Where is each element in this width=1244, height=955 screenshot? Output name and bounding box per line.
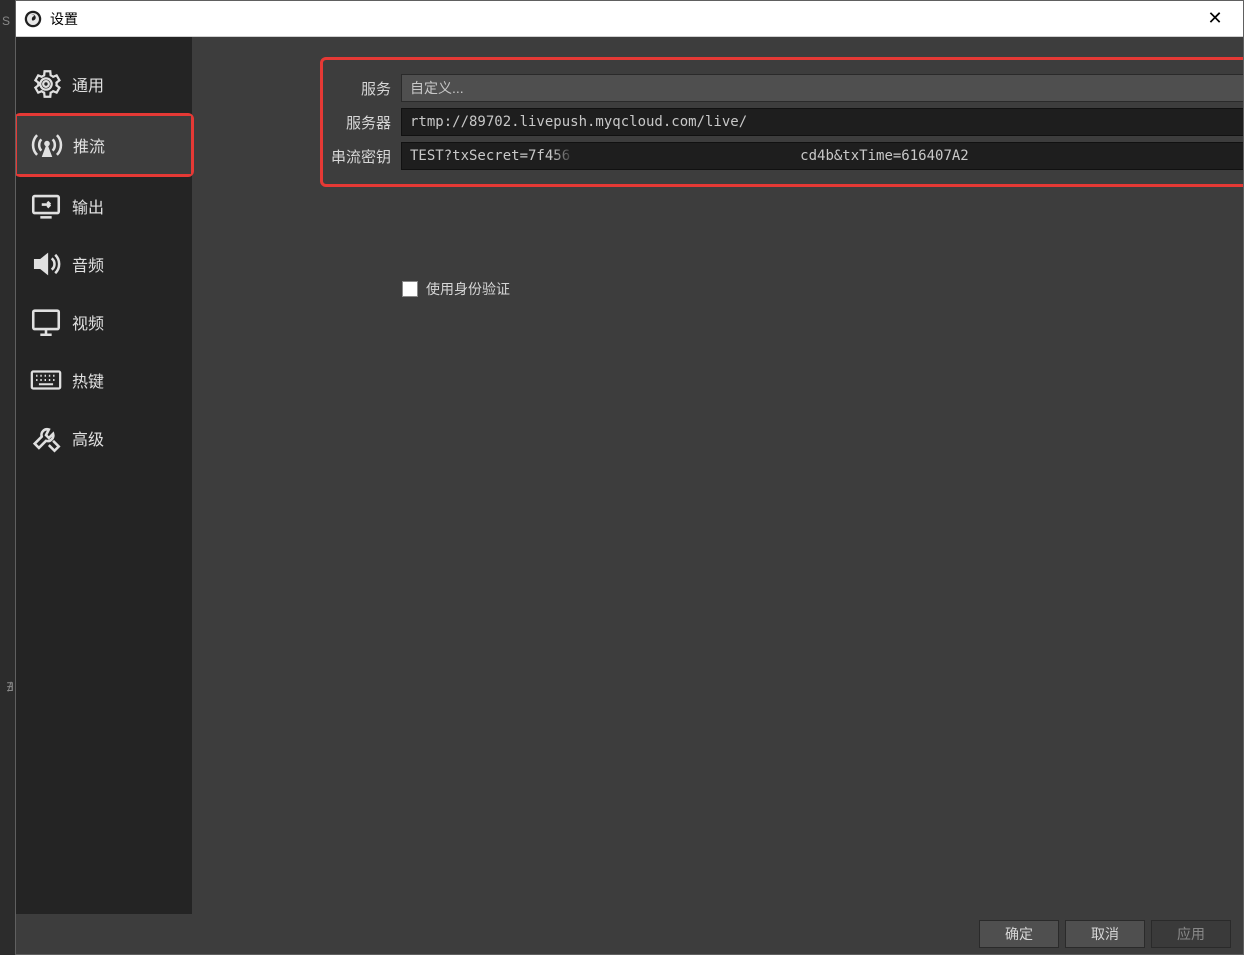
settings-main-panel: 服务 自定义... 服务器 rtmp://89702.livepush.myqc…	[192, 37, 1243, 914]
tools-icon	[26, 418, 66, 458]
sidebar-item-hotkeys[interactable]: 热键	[16, 351, 192, 409]
window-close-button[interactable]: ✕	[1195, 8, 1235, 29]
sidebar-item-stream[interactable]: 推流	[17, 116, 191, 174]
annotation-highlight-sidebar: 推流	[16, 113, 194, 177]
server-input[interactable]: rtmp://89702.livepush.myqcloud.com/live/	[401, 108, 1243, 136]
antenna-icon	[27, 125, 67, 165]
apply-button-label: 应用	[1177, 924, 1205, 944]
server-input-value: rtmp://89702.livepush.myqcloud.com/live/	[410, 114, 747, 130]
use-auth-row: 使用身份验证	[402, 279, 510, 299]
sidebar-item-label: 热键	[72, 368, 104, 392]
cancel-button[interactable]: 取消	[1065, 920, 1145, 948]
output-monitor-icon	[26, 186, 66, 226]
bg-truncated-text: S	[2, 14, 10, 28]
settings-window: 设置 ✕ 通用 推流	[15, 0, 1244, 955]
bg-truncated-text: ∄	[6, 680, 14, 694]
sidebar-item-output[interactable]: 输出	[16, 177, 192, 235]
sidebar-item-label: 高级	[72, 426, 104, 450]
sidebar-item-audio[interactable]: 音频	[16, 235, 192, 293]
sidebar-item-label: 音频	[72, 252, 104, 276]
dialog-footer: 确定 取消 应用	[16, 914, 1243, 954]
speaker-icon	[26, 244, 66, 284]
sidebar-item-label: 视频	[72, 310, 104, 334]
monitor-icon	[26, 302, 66, 342]
stream-key-value-right: cd4b&txTime=616407A2	[800, 148, 969, 164]
sidebar-item-advanced[interactable]: 高级	[16, 409, 192, 467]
sidebar-item-general[interactable]: 通用	[16, 55, 192, 113]
stream-key-input[interactable]: TEST?txSecret=7f456 cd4b&txTime=616407A2	[401, 142, 1243, 170]
keyboard-icon	[26, 360, 66, 400]
settings-sidebar: 通用 推流 输出 音频	[16, 37, 192, 914]
ok-button-label: 确定	[1005, 924, 1033, 944]
service-dropdown-value: 自定义...	[410, 78, 464, 98]
cancel-button-label: 取消	[1091, 924, 1119, 944]
window-title: 设置	[50, 9, 1195, 29]
service-dropdown[interactable]: 自定义...	[401, 74, 1243, 102]
apply-button[interactable]: 应用	[1151, 920, 1231, 948]
use-auth-checkbox[interactable]	[402, 281, 418, 297]
gear-icon	[26, 64, 66, 104]
obs-app-icon	[24, 10, 42, 28]
redaction-overlay	[552, 143, 782, 169]
annotation-highlight-form: 服务 自定义... 服务器 rtmp://89702.livepush.myqc…	[320, 57, 1243, 187]
sidebar-item-label: 推流	[73, 133, 105, 157]
use-auth-label: 使用身份验证	[426, 279, 510, 299]
titlebar: 设置 ✕	[16, 1, 1243, 37]
ok-button[interactable]: 确定	[979, 920, 1059, 948]
stream-key-value-left: TEST?txSecret=7f456	[410, 148, 570, 164]
server-label: 服务器	[323, 112, 401, 133]
service-label: 服务	[323, 78, 401, 99]
sidebar-item-label: 输出	[72, 194, 104, 218]
stream-key-label: 串流密钥	[323, 146, 401, 167]
sidebar-item-video[interactable]: 视频	[16, 293, 192, 351]
sidebar-item-label: 通用	[72, 72, 104, 96]
